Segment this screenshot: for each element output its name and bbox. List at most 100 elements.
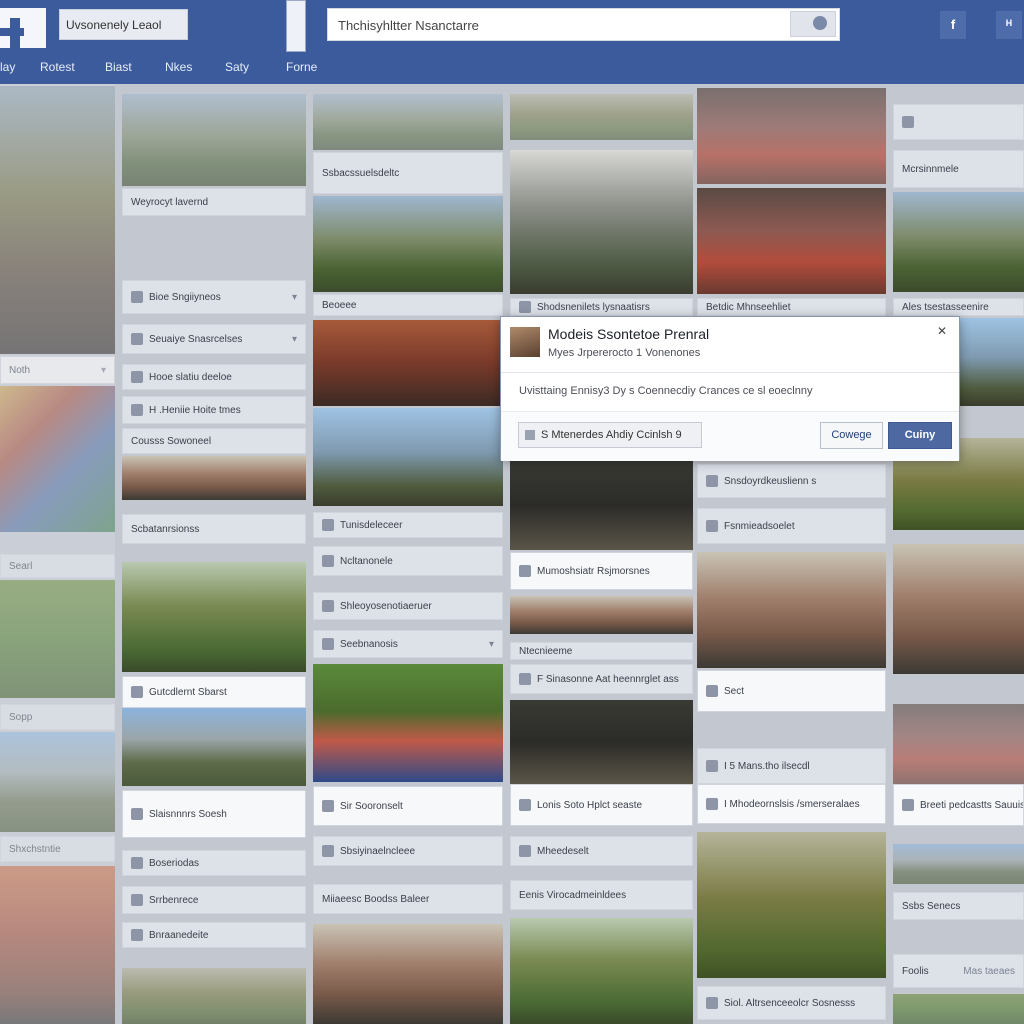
feed-photo[interactable] [122,562,306,672]
feed-caption[interactable]: Mheedeselt [510,836,693,866]
nav-item-4[interactable]: Nkes [165,60,192,74]
search-icon[interactable] [790,11,836,37]
feed-photo[interactable] [510,94,693,140]
feed-caption[interactable]: Searl [0,554,115,578]
feed-photo[interactable] [510,150,693,294]
chevron-down-icon[interactable]: ▾ [489,639,494,650]
nav-item-2[interactable]: Rotest [40,60,75,74]
feed-caption[interactable]: Slaisnnnrs Soesh [122,790,306,838]
feed-caption[interactable]: Ncltanonele [313,546,503,576]
site-logo[interactable] [0,8,46,48]
feed-caption[interactable]: Ntecnieeme [510,642,693,660]
feed-caption[interactable]: Betdic Mhnseehliet [697,298,886,316]
feed-caption[interactable]: Snsdoyrdkeuslienn s [697,464,886,498]
feed-caption[interactable]: Hooe slatiu deeloe [122,364,306,390]
post-icon [706,475,718,487]
profile-name-box[interactable]: Uvsonenely Leaol [59,9,188,40]
chevron-down-icon[interactable]: ▾ [292,292,297,303]
feed-photo[interactable] [122,94,306,186]
feed-caption[interactable]: Noth ▾ [0,356,115,384]
feed-photo[interactable] [0,866,115,1024]
feed-caption[interactable]: Srrbenrece [122,886,306,914]
feed-caption[interactable]: Seuaiye Snasrcelses ▾ [122,324,306,354]
feed-photo[interactable] [510,460,693,550]
feed-photo[interactable] [697,832,886,978]
feed-photo[interactable] [893,704,1024,784]
chevron-down-icon[interactable]: ▾ [101,365,106,376]
feed-caption[interactable]: Boseriodas [122,850,306,876]
feed-photo[interactable] [893,544,1024,674]
feed-caption[interactable]: Sect [697,670,886,712]
feed-column-2: Weyrocyt lavernd Bioe Sngiiyneos ▾ Seuaiy… [122,84,306,1024]
feed-photo[interactable] [697,552,886,668]
feed-photo[interactable] [510,700,693,784]
feed-caption[interactable]: Beoeee [313,294,503,316]
chevron-down-icon[interactable]: ▾ [292,334,297,345]
nav-item-1[interactable]: lay [0,60,15,74]
feed-caption[interactable]: Fsnmieadsoelet [697,508,886,544]
feed-caption[interactable]: I Mhodeornslsis /smerseralaes [697,784,886,824]
notifications-icon[interactable]: f [940,11,966,39]
close-icon[interactable]: ✕ [935,324,949,338]
feed-caption[interactable]: Weyrocyt lavernd [122,188,306,216]
feed-photo[interactable] [0,86,115,354]
feed-photo[interactable] [893,192,1024,292]
feed-photo[interactable] [697,88,886,184]
cancel-button[interactable]: Cowege [820,422,883,449]
audience-select[interactable]: S Mtenerdes Ahdiy Ccinlsh 9 [518,422,702,448]
feed-photo[interactable] [0,580,115,698]
feed-caption[interactable]: Shxchstntie [0,836,115,862]
feed-caption[interactable]: Mcrsinnmele [893,150,1024,188]
feed-caption[interactable]: Gutcdlernt Sbarst [122,676,306,708]
feed-caption[interactable]: H .Heniie Hoite tmes [122,396,306,424]
nav-item-5[interactable]: Saty [225,60,249,74]
feed-caption[interactable]: Breeti pedcastts Sauuisnes [893,784,1024,826]
feed-photo[interactable] [313,408,503,506]
feed-caption[interactable]: Foolis Mas taeaes [893,954,1024,988]
feed-caption[interactable]: Siol. Altrsenceeolcr Sosnesss [697,986,886,1020]
feed-caption[interactable]: Lonis Soto Hplct seaste [510,784,693,826]
feed-photo[interactable] [122,708,306,786]
feed-photo[interactable] [893,844,1024,884]
feed-caption[interactable]: Mumoshsiatr Rsjmorsnes [510,552,693,590]
feed-photo[interactable] [697,188,886,294]
dialog-footer: S Mtenerdes Ahdiy Ccinlsh 9 Cowege Cuiny [501,411,959,461]
feed-caption[interactable] [893,104,1024,140]
feed-photo[interactable] [313,94,503,150]
feed-photo[interactable] [122,456,306,500]
feed-caption[interactable]: Miiaeesc Boodss Baleer [313,884,503,914]
feed-photo[interactable] [313,924,503,1024]
feed-caption[interactable]: Sir Sooronselt [313,786,503,826]
feed-caption[interactable]: Scbatanrsionss [122,514,306,544]
feed-photo[interactable] [122,968,306,1024]
feed-caption[interactable]: Bioe Sngiiyneos ▾ [122,280,306,314]
feed-caption[interactable]: Tunisdeleceer [313,512,503,538]
feed-caption[interactable]: Eenis Virocadmeinldees [510,880,693,910]
feed-caption[interactable]: Seebnanosis ▾ [313,630,503,658]
feed-caption[interactable]: Shodsnenilets lysnaatisrs [510,298,693,316]
feed-photo[interactable] [510,596,693,634]
feed-caption[interactable]: Sbsiyinaelncleee [313,836,503,866]
feed-photo[interactable] [313,320,503,406]
feed-photo[interactable] [893,994,1024,1024]
feed-caption[interactable]: Shleoyosenotiaeruer [313,592,503,620]
feed-photo[interactable] [510,918,693,1024]
feed-caption[interactable]: I 5 Mans.tho ilsecdl [697,748,886,784]
search-input[interactable]: Thchisyhltter Nsanctarre [327,8,840,41]
feed-photo[interactable] [313,664,503,782]
feed-photo[interactable] [0,386,115,532]
post-icon [322,638,334,650]
feed-caption[interactable]: Ssbs Senecs [893,892,1024,920]
feed-photo[interactable] [0,732,115,832]
nav-item-6[interactable]: Forne [286,60,317,74]
feed-caption[interactable]: Ales tsestasseenire [893,298,1024,316]
confirm-button[interactable]: Cuiny [888,422,952,449]
feed-caption[interactable]: Ssbacssuelsdeltc [313,152,503,194]
feed-caption[interactable]: F Sinasonne Aat heennrglet ass [510,664,693,694]
feed-caption[interactable]: Bnraanedeite [122,922,306,948]
feed-caption[interactable]: Cousss Sowoneel [122,428,306,454]
feed-photo[interactable] [313,196,503,292]
nav-item-3[interactable]: Biast [105,60,132,74]
messages-icon[interactable]: ᴴ [996,11,1022,39]
feed-caption[interactable]: Sopp [0,704,115,730]
